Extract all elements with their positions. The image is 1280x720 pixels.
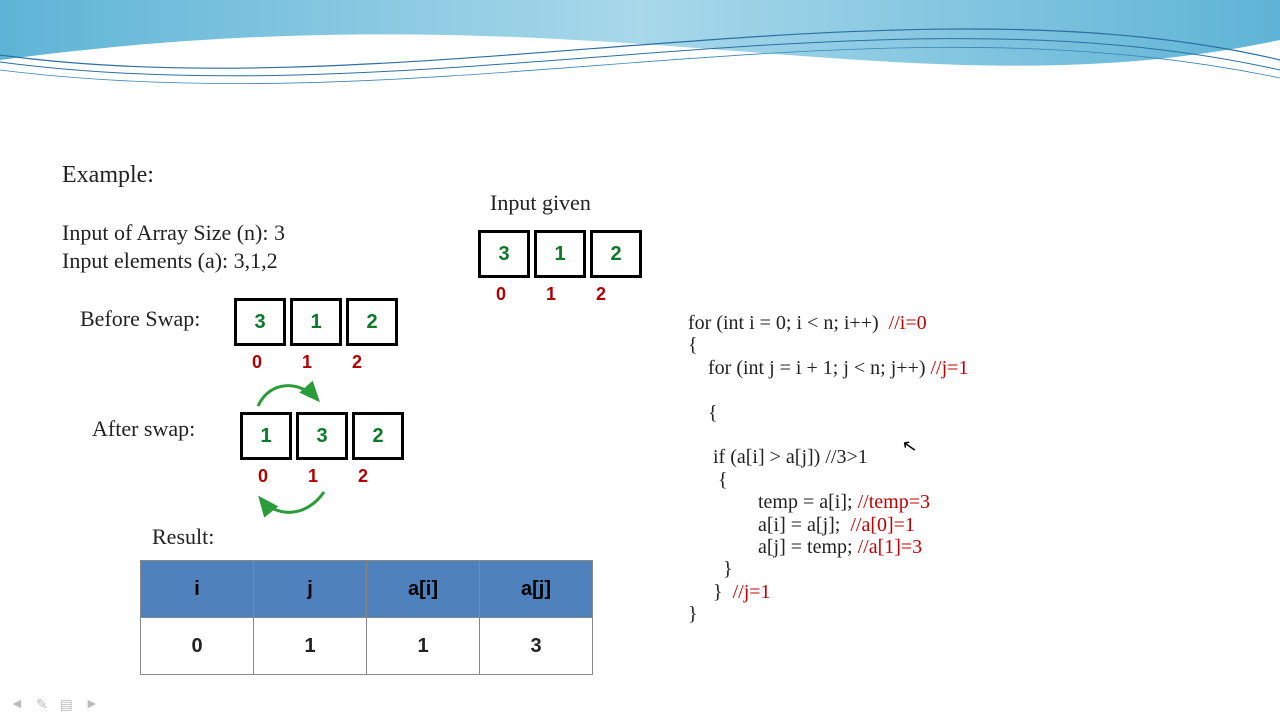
array-index: 2 [578,284,624,305]
prev-slide-icon[interactable]: ◄ [10,697,24,714]
table-header: a[j] [480,561,593,618]
code-line: a[i] = a[j]; [688,514,850,536]
input-array: 3 1 2 [478,230,642,278]
array-cell: 2 [352,412,404,460]
menu-icon[interactable]: ▤ [60,697,73,714]
input-given-label: Input given [490,190,591,216]
array-index: 1 [290,466,336,487]
before-array: 3 1 2 [234,298,398,346]
array-index: 1 [528,284,574,305]
code-line: { [688,334,698,356]
array-index: 2 [340,466,386,487]
swap-arrow-bottom [246,488,366,524]
table-cell: 1 [367,618,480,675]
array-index: 1 [284,352,330,373]
array-cell: 1 [290,298,342,346]
array-index: 0 [478,284,524,305]
code-comment: //j=1 [733,581,771,603]
array-cell: 1 [534,230,586,278]
after-swap-label: After swap: [92,416,195,442]
code-line: if (a[i] > a[j]) //3>1 [688,446,868,468]
code-comment: //a[1]=3 [858,536,923,558]
array-index: 2 [334,352,380,373]
code-block: for (int i = 0; i < n; i++) //i=0 { for … [688,312,968,625]
table-cell: 3 [480,618,593,675]
after-array: 1 3 2 [240,412,404,460]
swap-arrow-top [240,376,360,412]
table-cell: 1 [254,618,367,675]
code-line: a[j] = temp; [688,536,858,558]
code-line: temp = a[i]; [688,491,858,513]
code-comment: //temp=3 [858,491,930,513]
code-comment: //j=1 [931,357,969,379]
array-index: 0 [240,466,286,487]
before-swap-label: Before Swap: [80,306,200,332]
elements-line: Input elements (a): 3,1,2 [62,248,278,274]
array-size-line: Input of Array Size (n): 3 [62,220,285,246]
table-header: a[i] [367,561,480,618]
table-header: j [254,561,367,618]
after-indices: 0 1 2 [240,466,386,487]
array-cell: 3 [478,230,530,278]
pen-icon[interactable]: ✎ [36,697,48,714]
code-comment: //i=0 [889,312,927,334]
code-line: { [688,402,718,424]
code-line: } [688,558,733,580]
code-line: for (int j = i + 1; j < n; j++) [688,357,931,379]
next-slide-icon[interactable]: ► [85,697,99,714]
array-cell: 3 [296,412,348,460]
array-cell: 2 [346,298,398,346]
array-cell: 1 [240,412,292,460]
before-indices: 0 1 2 [234,352,380,373]
array-cell: 2 [590,230,642,278]
code-comment: //a[0]=1 [850,514,915,536]
array-cell: 3 [234,298,286,346]
result-label: Result: [152,524,214,550]
code-line: { [688,469,728,491]
table-cell: 0 [141,618,254,675]
array-index: 0 [234,352,280,373]
result-table: i j a[i] a[j] 0 1 1 3 [140,560,593,675]
code-line: } [688,581,733,603]
presenter-toolbar: ◄ ✎ ▤ ► [10,697,99,714]
table-header: i [141,561,254,618]
code-line: for (int i = 0; i < n; i++) [688,312,889,334]
code-line: } [688,603,698,625]
example-label: Example: [62,162,154,189]
input-indices: 0 1 2 [478,284,624,305]
